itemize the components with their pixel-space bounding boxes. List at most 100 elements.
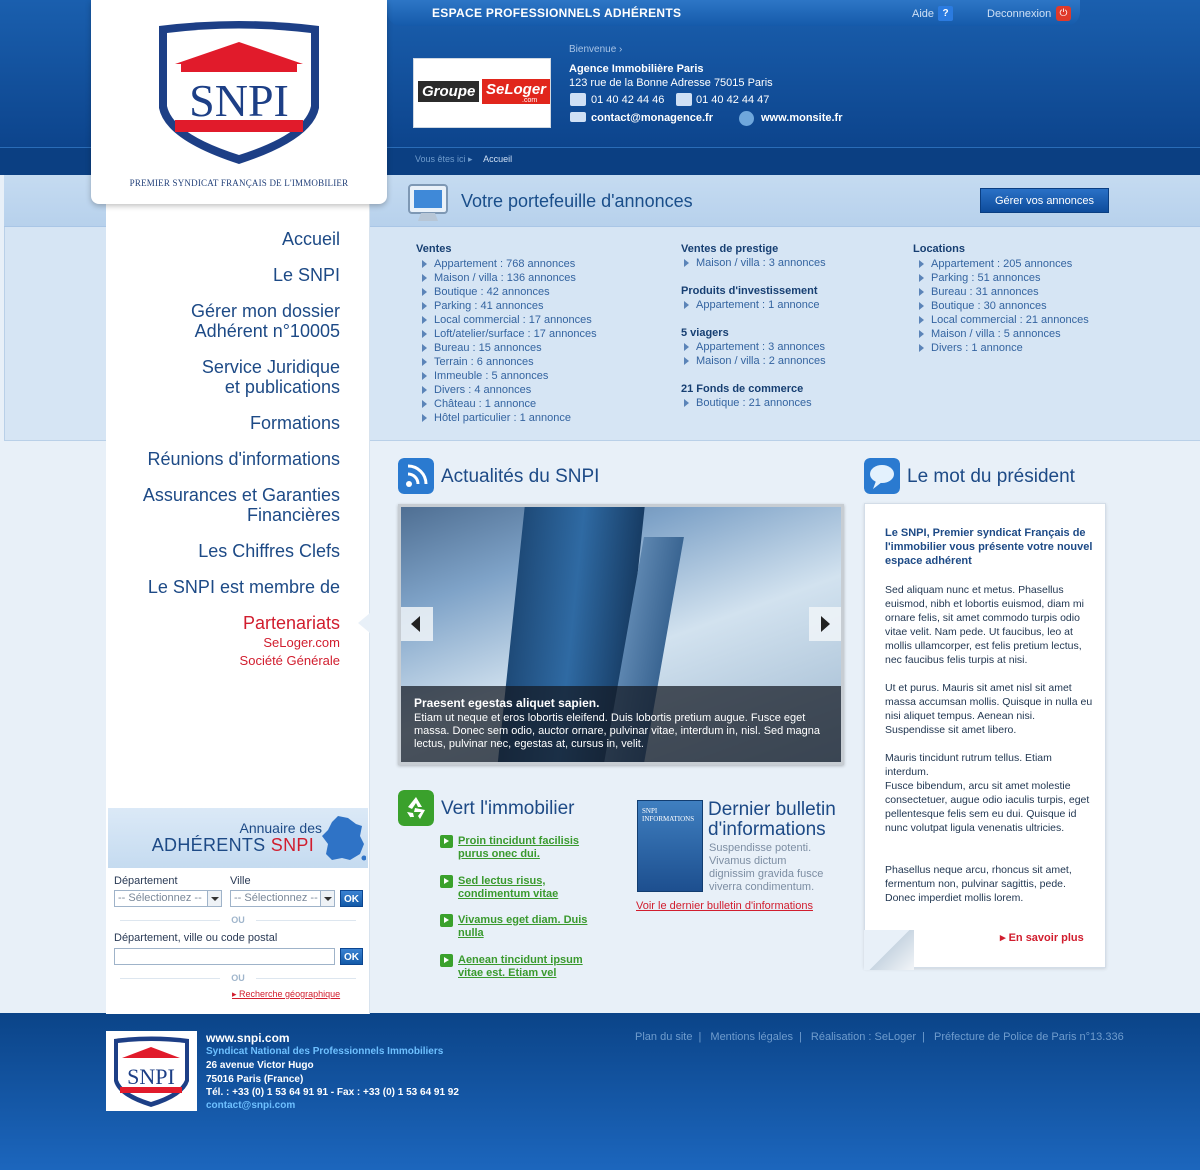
list-item[interactable]: Appartement : 205 annonces (913, 257, 1089, 271)
list-item[interactable]: Appartement : 1 annonce (678, 298, 820, 312)
page-curl-decoration (864, 930, 914, 970)
active-nav-pointer (358, 613, 370, 633)
breadcrumb-prefix: Vous êtes ici (415, 154, 466, 164)
list-item[interactable]: Parking : 51 annonces (913, 271, 1089, 285)
vert-link[interactable]: Proin tincidunt facilisis purus onec dui. (458, 835, 608, 861)
breadcrumb: Vous êtes ici ▸ Accueil (415, 154, 512, 165)
list-item[interactable]: Bureau : 31 annonces (913, 285, 1089, 299)
list-item[interactable]: Maison / villa : 5 annonces (913, 327, 1089, 341)
bulletin-cover-image[interactable]: SNPI INFORMATIONS (637, 800, 703, 892)
logo-tagline: PREMIER SYNDICAT FRANÇAIS DE L'IMMOBILIE… (129, 178, 349, 188)
power-icon[interactable]: ⏻ (1056, 6, 1071, 21)
list-item[interactable]: Maison / villa : 136 annonces (416, 271, 597, 285)
list-item[interactable]: Boutique : 21 annonces (678, 396, 812, 410)
sidebar-item-dossier[interactable]: Gérer mon dossier Adhérent n°10005 (191, 301, 340, 341)
list-item[interactable]: Maison / villa : 2 annonces (678, 354, 826, 368)
manage-listings-button[interactable]: Gérer vos annonces (980, 188, 1109, 213)
list-item[interactable]: Hôtel particulier : 1 annonce (416, 411, 597, 425)
location-search-input[interactable] (114, 948, 335, 965)
footer-email[interactable]: contact@snpi.com (206, 1100, 295, 1111)
news-slider[interactable]: Praesent egestas aliquet sapien. Etiam u… (398, 504, 844, 765)
read-more-link[interactable]: En savoir plus (1000, 931, 1084, 944)
footer-link[interactable]: Réalisation : SeLoger (811, 1031, 916, 1043)
annuaire-title-line1: Annuaire des (239, 820, 322, 836)
agency-email[interactable]: contact@monagence.fr (591, 112, 713, 124)
actualites-title: Actualités du SNPI (441, 466, 600, 487)
list-item[interactable]: Parking : 41 annonces (416, 299, 597, 313)
footer-org-name: Syndicat National des Professionnels Imm… (206, 1046, 444, 1057)
sidebar-item-le-snpi[interactable]: Le SNPI (273, 265, 340, 285)
president-paragraph: Mauris tincidunt rutrum tellus. Etiam in… (885, 752, 1052, 778)
agency-address: 123 rue de la Bonne Adresse 75015 Paris (569, 77, 773, 89)
footer-link[interactable]: Préfecture de Police de Paris n°13.336 (934, 1031, 1124, 1043)
footer-links: Plan du site | Mentions légales | Réalisat… (635, 1031, 1124, 1043)
footer-link[interactable]: Plan du site (635, 1031, 692, 1043)
annuaire-title-line2: ADHÉRENTS SNPI (151, 835, 314, 855)
sidebar-item-assurances[interactable]: Assurances et Garanties Financières (143, 485, 340, 525)
geo-search-link[interactable]: Recherche géographique (232, 989, 340, 1000)
sidebar-item-chiffres[interactable]: Les Chiffres Clefs (198, 541, 340, 561)
phone-icon (570, 93, 586, 106)
list-item[interactable]: Appartement : 3 annonces (678, 340, 826, 354)
investissement-heading: Produits d'investissement (681, 285, 818, 297)
snpi-logo-card[interactable]: SNPI PREMIER SYNDICAT FRANÇAIS DE L'IMMO… (91, 0, 387, 204)
logo-word-com: .com (522, 97, 538, 104)
list-item[interactable]: Local commercial : 21 annonces (913, 313, 1089, 327)
footer-phone-fax: Tél. : +33 (0) 1 53 64 91 91 - Fax : +33… (206, 1087, 459, 1098)
sidebar-item-partenariats[interactable]: Partenariats (243, 613, 340, 633)
ok-button-selects[interactable]: OK (340, 890, 363, 907)
ville-select[interactable]: -- Sélectionnez -- (230, 890, 335, 907)
president-paragraph: Fusce bibendum, arcu sit amet molestie c… (885, 780, 1090, 834)
departement-select[interactable]: -- Sélectionnez -- (114, 890, 222, 907)
list-item[interactable]: Château : 1 annonce (416, 397, 597, 411)
ok-button-search[interactable]: OK (340, 948, 363, 965)
list-item[interactable]: Divers : 4 annonces (416, 383, 597, 397)
sidebar-subitem-seloger[interactable]: SeLoger.com (263, 635, 340, 650)
list-item[interactable]: Appartement : 768 annonces (416, 257, 597, 271)
president-title: Le mot du président (907, 466, 1075, 487)
list-item[interactable]: Immeuble : 5 annonces (416, 369, 597, 383)
vert-link[interactable]: Sed lectus risus, condimentum vitae (458, 875, 608, 901)
list-item[interactable]: Boutique : 42 annonces (416, 285, 597, 299)
sidebar-item-reunions[interactable]: Réunions d'informations (147, 449, 340, 469)
annuaire-widget: Annuaire des ADHÉRENTS SNPI Département … (108, 808, 368, 1012)
help-icon[interactable]: ? (938, 6, 953, 21)
footer-website[interactable]: www.snpi.com (206, 1031, 290, 1045)
president-paragraph: Sed aliquam nunc et metus. Phasellus eui… (885, 584, 1085, 666)
footer-link[interactable]: Mentions légales (710, 1031, 793, 1043)
list-item[interactable]: Divers : 1 annonce (913, 341, 1089, 355)
sidebar-item-label: Adhérent n°10005 (194, 321, 340, 341)
sidebar-item-formations[interactable]: Formations (250, 413, 340, 433)
wifi-icon (398, 458, 434, 494)
prestige-heading: Ventes de prestige (681, 243, 779, 255)
prestige-list: Maison / villa : 3 annonces (678, 256, 826, 270)
monitor-icon (408, 184, 448, 221)
snpi-shield-logo: SNPI (159, 21, 319, 164)
vert-link[interactable]: Vivamus eget diam. Duis nulla (458, 914, 608, 940)
sidebar-item-membre[interactable]: Le SNPI est membre de (148, 577, 340, 597)
search-label: Département, ville ou code postal (114, 932, 278, 944)
sidebar-item-accueil[interactable]: Accueil (282, 229, 340, 249)
bullet-arrow-icon (440, 835, 453, 848)
president-paragraph: Phasellus neque arcu, rhoncus sit amet, … (885, 864, 1072, 904)
agency-phone: 01 40 42 44 46 (591, 94, 665, 106)
list-item[interactable]: Local commercial : 17 annonces (416, 313, 597, 327)
breadcrumb-current[interactable]: Accueil (483, 154, 512, 164)
investissement-list: Appartement : 1 annonce (678, 298, 820, 312)
list-item[interactable]: Loft/atelier/surface : 17 annonces (416, 327, 597, 341)
slider-next-button[interactable] (809, 607, 841, 641)
sidebar-item-label: Gérer mon dossier (190, 301, 340, 321)
vert-link[interactable]: Aenean tincidunt ipsum vitae est. Etiam v… (458, 954, 608, 980)
agency-website[interactable]: www.monsite.fr (761, 112, 843, 124)
aide-link[interactable]: Aide (912, 8, 934, 20)
sidebar-item-juridique[interactable]: Service Juridique et publications (202, 357, 340, 397)
sidebar-subitem-societe-generale[interactable]: Société Générale (240, 653, 340, 668)
list-item[interactable]: Bureau : 15 annonces (416, 341, 597, 355)
bulletin-link[interactable]: Voir le dernier bulletin d'informations (636, 900, 813, 912)
list-item[interactable]: Maison / villa : 3 annonces (678, 256, 826, 270)
list-item[interactable]: Terrain : 6 annonces (416, 355, 597, 369)
list-item[interactable]: Boutique : 30 annonces (913, 299, 1089, 313)
footer-snpi-logo[interactable]: SNPI (106, 1031, 197, 1111)
slider-prev-button[interactable] (401, 607, 433, 641)
deconnexion-link[interactable]: Deconnexion (987, 8, 1051, 20)
